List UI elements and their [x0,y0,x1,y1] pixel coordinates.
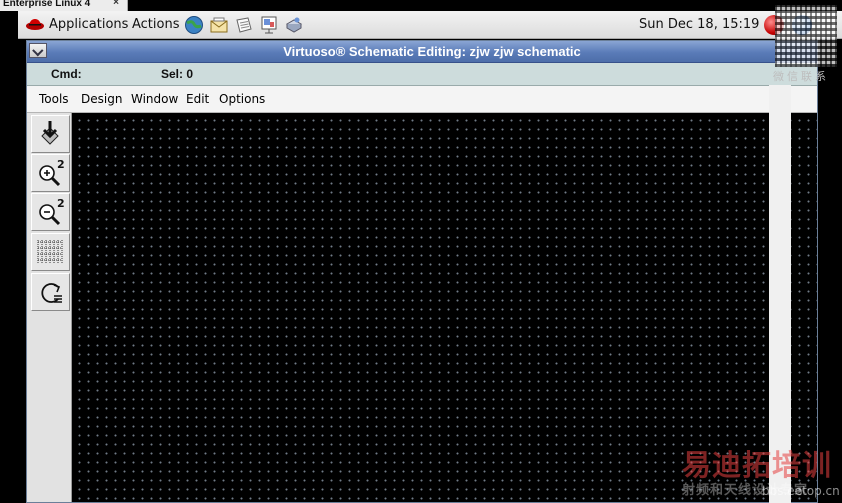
presentation-icon[interactable] [259,15,279,35]
host-window-tab[interactable]: Enterprise Linux 4 × [0,0,128,11]
selection-count: Sel: 0 [161,67,194,81]
close-icon[interactable]: × [113,0,119,8]
menu-window[interactable]: Window [131,92,178,106]
save-check-button[interactable] [31,115,70,153]
zoom-in-factor: 2 [57,158,65,171]
menu-options[interactable]: Options [219,92,265,106]
grid-toggle-button[interactable] [31,233,70,271]
email-icon[interactable] [209,15,229,35]
grid-pattern-icon [37,240,63,264]
menu-tools[interactable]: Tools [39,92,69,106]
window-title: Virtuoso® Schematic Editing: zjw zjw sch… [283,44,581,59]
actions-menu[interactable]: Actions [132,17,180,32]
menu-design[interactable]: Design [81,92,122,106]
icon-toolbar: 2 2 [27,113,72,502]
panel-clock[interactable]: Sun Dec 18, 15:19 [639,17,759,32]
window-titlebar[interactable]: Virtuoso® Schematic Editing: zjw zjw sch… [27,41,817,63]
top-panel: Applications Actions Sun Dec 18, 15:19 [18,11,842,39]
text-editor-icon[interactable] [234,15,254,35]
virtuoso-schematic-window: Virtuoso® Schematic Editing: zjw zjw sch… [26,40,818,503]
status-bar: Cmd: Sel: 0 [27,63,817,86]
save-check-icon [41,121,59,145]
zoom-out-factor: 2 [57,197,65,210]
zoom-out-button[interactable]: 2 [31,193,70,231]
applications-menu[interactable]: Applications [49,17,128,32]
menu-bar: Tools Design Window Edit Options [27,86,817,113]
qr-caption: 微信联系 [773,70,829,83]
zoom-in-button[interactable]: 2 [31,154,70,192]
site-url-watermark: bbs.eetop.cn [762,484,840,498]
redraw-icon [41,283,62,303]
right-edge-strip [769,85,791,503]
menu-edit[interactable]: Edit [186,92,209,106]
redhat-logo-icon[interactable] [25,17,45,31]
zoom-in-2x-icon: 2 [39,158,65,187]
zoom-out-2x-icon: 2 [39,197,65,226]
host-window-tab-title: Enterprise Linux 4 [3,0,91,9]
redraw-button[interactable] [31,273,70,311]
print-manager-icon[interactable] [284,15,304,35]
window-menu-chevron-down-icon[interactable] [29,43,47,58]
qr-code-image [775,5,837,67]
web-browser-icon[interactable] [184,15,204,35]
site-watermark: 易迪拓培训 [682,448,833,482]
command-status: Cmd: [51,67,82,81]
